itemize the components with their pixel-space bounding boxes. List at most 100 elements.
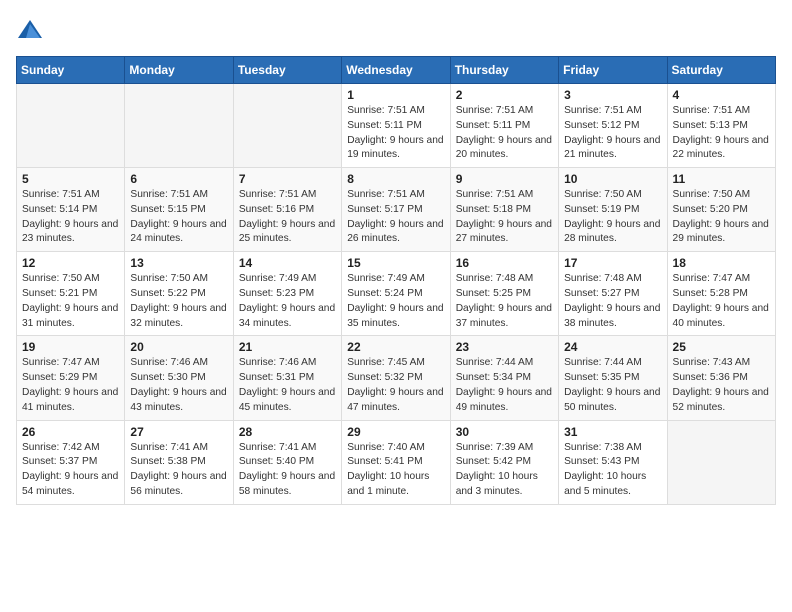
day-info: Sunrise: 7:42 AM Sunset: 5:37 PM Dayligh… — [22, 441, 119, 500]
day-number: 2 — [456, 88, 553, 102]
day-number: 21 — [239, 340, 336, 354]
day-info: Sunrise: 7:39 AM Sunset: 5:42 PM Dayligh… — [456, 441, 553, 500]
day-number: 4 — [673, 88, 770, 102]
day-info: Sunrise: 7:44 AM Sunset: 5:34 PM Dayligh… — [456, 356, 553, 415]
day-info: Sunrise: 7:50 AM Sunset: 5:21 PM Dayligh… — [22, 272, 119, 331]
calendar-body: 1 Sunrise: 7:51 AM Sunset: 5:11 PM Daylig… — [17, 84, 776, 505]
calendar-week-3: 19Sunrise: 7:47 AM Sunset: 5:29 PM Dayli… — [17, 336, 776, 420]
day-info: Sunrise: 7:46 AM Sunset: 5:30 PM Dayligh… — [130, 356, 227, 415]
weekday-header-thursday: Thursday — [450, 57, 558, 84]
day-number: 30 — [456, 425, 553, 439]
day-info: Sunrise: 7:44 AM Sunset: 5:35 PM Dayligh… — [564, 356, 661, 415]
day-number: 26 — [22, 425, 119, 439]
day-info: Sunrise: 7:51 AM Sunset: 5:16 PM Dayligh… — [239, 188, 336, 247]
calendar-cell: 22 Sunrise: 7:45 AM Sunset: 5:32 PM Dayli… — [342, 336, 450, 420]
day-number: 31 — [564, 425, 661, 439]
calendar-cell: 10 Sunrise: 7:50 AM Sunset: 5:19 PM Dayli… — [559, 168, 667, 252]
day-info: Sunrise: 7:50 AM Sunset: 5:19 PM Dayligh… — [564, 188, 661, 247]
day-info: Sunrise: 7:48 AM Sunset: 5:25 PM Dayligh… — [456, 272, 553, 331]
calendar-cell: 8Sunrise: 7:51 AM Sunset: 5:17 PM Daylig… — [342, 168, 450, 252]
day-number: 11 — [673, 172, 770, 186]
day-info: Sunrise: 7:50 AM Sunset: 5:22 PM Dayligh… — [130, 272, 227, 331]
day-number: 25 — [673, 340, 770, 354]
day-info: Sunrise: 7:48 AM Sunset: 5:27 PM Dayligh… — [564, 272, 661, 331]
calendar-cell — [125, 84, 233, 168]
calendar-cell: 25 Sunrise: 7:43 AM Sunset: 5:36 PM Dayli… — [667, 336, 775, 420]
day-number: 1 — [347, 88, 444, 102]
calendar-cell: 2 Sunrise: 7:51 AM Sunset: 5:11 PM Daylig… — [450, 84, 558, 168]
calendar-cell — [233, 84, 341, 168]
calendar-cell: 19Sunrise: 7:47 AM Sunset: 5:29 PM Dayli… — [17, 336, 125, 420]
calendar-cell: 29 Sunrise: 7:40 AM Sunset: 5:41 PM Dayli… — [342, 420, 450, 504]
day-info: Sunrise: 7:38 AM Sunset: 5:43 PM Dayligh… — [564, 441, 661, 500]
calendar-cell: 4 Sunrise: 7:51 AM Sunset: 5:13 PM Daylig… — [667, 84, 775, 168]
day-number: 9 — [456, 172, 553, 186]
calendar-cell: 3 Sunrise: 7:51 AM Sunset: 5:12 PM Daylig… — [559, 84, 667, 168]
calendar-week-2: 12 Sunrise: 7:50 AM Sunset: 5:21 PM Dayli… — [17, 252, 776, 336]
calendar-table: SundayMondayTuesdayWednesdayThursdayFrid… — [16, 56, 776, 505]
day-info: Sunrise: 7:46 AM Sunset: 5:31 PM Dayligh… — [239, 356, 336, 415]
weekday-header-tuesday: Tuesday — [233, 57, 341, 84]
weekday-header-sunday: Sunday — [17, 57, 125, 84]
day-info: Sunrise: 7:51 AM Sunset: 5:12 PM Dayligh… — [564, 104, 661, 163]
calendar-cell: 16 Sunrise: 7:48 AM Sunset: 5:25 PM Dayli… — [450, 252, 558, 336]
calendar-cell: 21 Sunrise: 7:46 AM Sunset: 5:31 PM Dayli… — [233, 336, 341, 420]
day-number: 6 — [130, 172, 227, 186]
day-number: 22 — [347, 340, 444, 354]
day-number: 18 — [673, 256, 770, 270]
day-number: 20 — [130, 340, 227, 354]
day-info: Sunrise: 7:47 AM Sunset: 5:28 PM Dayligh… — [673, 272, 770, 331]
day-info: Sunrise: 7:51 AM Sunset: 5:15 PM Dayligh… — [130, 188, 227, 247]
day-info: Sunrise: 7:51 AM Sunset: 5:11 PM Dayligh… — [347, 104, 444, 163]
weekday-header-row: SundayMondayTuesdayWednesdayThursdayFrid… — [17, 57, 776, 84]
day-info: Sunrise: 7:40 AM Sunset: 5:41 PM Dayligh… — [347, 441, 444, 500]
calendar-week-4: 26 Sunrise: 7:42 AM Sunset: 5:37 PM Dayli… — [17, 420, 776, 504]
day-info: Sunrise: 7:41 AM Sunset: 5:40 PM Dayligh… — [239, 441, 336, 500]
calendar-cell: 1 Sunrise: 7:51 AM Sunset: 5:11 PM Daylig… — [342, 84, 450, 168]
calendar-cell: 17Sunrise: 7:48 AM Sunset: 5:27 PM Dayli… — [559, 252, 667, 336]
calendar-cell: 24 Sunrise: 7:44 AM Sunset: 5:35 PM Dayli… — [559, 336, 667, 420]
day-number: 19 — [22, 340, 119, 354]
day-number: 3 — [564, 88, 661, 102]
day-number: 15 — [347, 256, 444, 270]
day-number: 13 — [130, 256, 227, 270]
day-info: Sunrise: 7:43 AM Sunset: 5:36 PM Dayligh… — [673, 356, 770, 415]
calendar-cell: 23 Sunrise: 7:44 AM Sunset: 5:34 PM Dayli… — [450, 336, 558, 420]
day-info: Sunrise: 7:50 AM Sunset: 5:20 PM Dayligh… — [673, 188, 770, 247]
weekday-header-saturday: Saturday — [667, 57, 775, 84]
day-number: 23 — [456, 340, 553, 354]
logo-icon — [16, 16, 44, 44]
day-info: Sunrise: 7:51 AM Sunset: 5:18 PM Dayligh… — [456, 188, 553, 247]
calendar-cell: 20 Sunrise: 7:46 AM Sunset: 5:30 PM Dayli… — [125, 336, 233, 420]
page-header — [16, 16, 776, 44]
weekday-header-monday: Monday — [125, 57, 233, 84]
day-number: 27 — [130, 425, 227, 439]
calendar-week-0: 1 Sunrise: 7:51 AM Sunset: 5:11 PM Daylig… — [17, 84, 776, 168]
calendar-cell: 30 Sunrise: 7:39 AM Sunset: 5:42 PM Dayli… — [450, 420, 558, 504]
calendar-cell: 27 Sunrise: 7:41 AM Sunset: 5:38 PM Dayli… — [125, 420, 233, 504]
day-number: 28 — [239, 425, 336, 439]
calendar-cell: 18 Sunrise: 7:47 AM Sunset: 5:28 PM Dayli… — [667, 252, 775, 336]
calendar-cell: 9 Sunrise: 7:51 AM Sunset: 5:18 PM Daylig… — [450, 168, 558, 252]
day-number: 24 — [564, 340, 661, 354]
calendar-cell: 28 Sunrise: 7:41 AM Sunset: 5:40 PM Dayli… — [233, 420, 341, 504]
calendar-cell: 26 Sunrise: 7:42 AM Sunset: 5:37 PM Dayli… — [17, 420, 125, 504]
calendar-cell — [667, 420, 775, 504]
day-number: 29 — [347, 425, 444, 439]
day-number: 7 — [239, 172, 336, 186]
weekday-header-wednesday: Wednesday — [342, 57, 450, 84]
day-number: 16 — [456, 256, 553, 270]
day-number: 10 — [564, 172, 661, 186]
day-number: 14 — [239, 256, 336, 270]
day-info: Sunrise: 7:41 AM Sunset: 5:38 PM Dayligh… — [130, 441, 227, 500]
day-info: Sunrise: 7:51 AM Sunset: 5:17 PM Dayligh… — [347, 188, 444, 247]
calendar-cell: 15Sunrise: 7:49 AM Sunset: 5:24 PM Dayli… — [342, 252, 450, 336]
day-info: Sunrise: 7:51 AM Sunset: 5:11 PM Dayligh… — [456, 104, 553, 163]
day-info: Sunrise: 7:45 AM Sunset: 5:32 PM Dayligh… — [347, 356, 444, 415]
calendar-cell: 31 Sunrise: 7:38 AM Sunset: 5:43 PM Dayli… — [559, 420, 667, 504]
calendar-cell: 11 Sunrise: 7:50 AM Sunset: 5:20 PM Dayli… — [667, 168, 775, 252]
day-number: 12 — [22, 256, 119, 270]
logo — [16, 16, 48, 44]
calendar-cell: 6 Sunrise: 7:51 AM Sunset: 5:15 PM Daylig… — [125, 168, 233, 252]
day-info: Sunrise: 7:51 AM Sunset: 5:13 PM Dayligh… — [673, 104, 770, 163]
